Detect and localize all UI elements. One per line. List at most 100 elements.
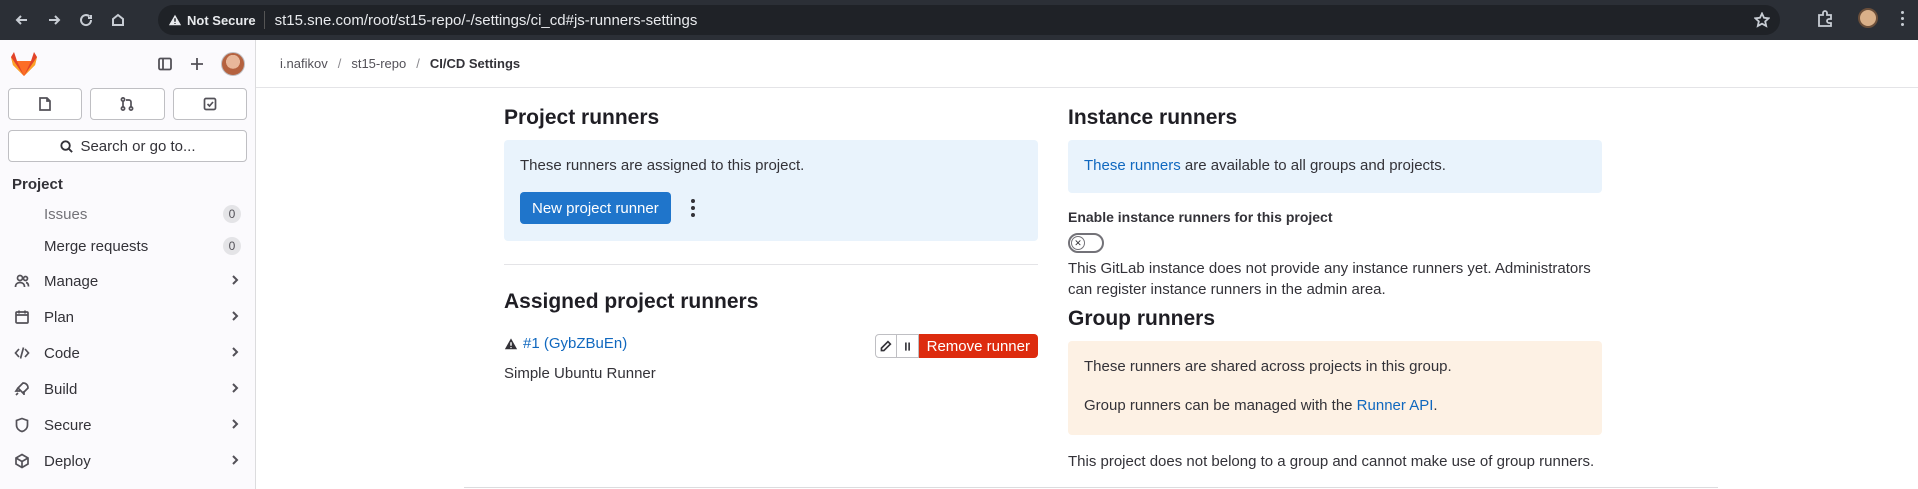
sidebar-item-merge-requests[interactable]: Merge requests 0 bbox=[0, 229, 255, 263]
sidebar-item-issues[interactable]: Issues 0 bbox=[0, 199, 255, 229]
assigned-issues-button[interactable] bbox=[8, 88, 83, 120]
sidebar-section-title: Project bbox=[12, 176, 63, 193]
sidebar-item-secure[interactable]: Secure bbox=[0, 407, 255, 443]
instance-runners-section: Instance runners These runners are avail… bbox=[1068, 88, 1602, 470]
breadcrumb: i.nafikov / st15-repo / CI/CD Settings bbox=[256, 40, 1918, 88]
chevron-right-icon bbox=[232, 310, 239, 321]
pencil-icon bbox=[880, 339, 892, 351]
instance-runners-toggle-label: Enable instance runners for this project bbox=[1068, 209, 1333, 225]
users-icon bbox=[14, 274, 30, 288]
merge-requests-button[interactable] bbox=[90, 88, 165, 120]
sidebar: Search or go to... Project Issues 0 Merg… bbox=[0, 40, 256, 489]
browser-toolbar: Not Secure st15.sne.com/root/st15-repo/-… bbox=[0, 0, 1918, 40]
sidebar-toggle-icon[interactable] bbox=[157, 56, 173, 72]
planning-icon bbox=[15, 310, 29, 324]
breadcrumb-separator: / bbox=[416, 56, 420, 71]
sidebar-item-label: Secure bbox=[44, 416, 92, 434]
home-button[interactable] bbox=[104, 6, 132, 34]
kebab-dot-icon bbox=[690, 199, 695, 203]
instance-runners-info-box: These runners are available to all group… bbox=[1068, 140, 1602, 193]
address-bar[interactable]: Not Secure st15.sne.com/root/st15-repo/-… bbox=[158, 5, 1780, 35]
kebab-dot-icon bbox=[690, 206, 695, 210]
search-label: Search or go to... bbox=[80, 137, 196, 155]
instance-runners-toggle[interactable]: ✕ bbox=[1068, 233, 1104, 253]
count-badge: 0 bbox=[223, 237, 241, 255]
runner-actions: Remove runner bbox=[874, 334, 1038, 358]
todo-list-button[interactable] bbox=[172, 88, 247, 120]
runner-link[interactable]: #1 (GybZBuEn) bbox=[523, 335, 627, 352]
close-icon: ✕ bbox=[1071, 236, 1085, 250]
assigned-runners-title: Assigned project runners bbox=[504, 290, 759, 313]
sidebar-item-label: Manage bbox=[44, 272, 99, 290]
rocket-icon bbox=[14, 382, 29, 396]
chevron-right-icon bbox=[232, 382, 239, 393]
star-icon[interactable] bbox=[1754, 12, 1770, 28]
runner-row: #1 (GybZBuEn) bbox=[504, 335, 627, 352]
user-avatar[interactable] bbox=[221, 52, 245, 76]
sidebar-header bbox=[0, 40, 255, 88]
main-content: Project runners These runners are assign… bbox=[256, 88, 1918, 489]
sidebar-item-label: Build bbox=[44, 380, 78, 398]
breadcrumb-item-user[interactable]: i.nafikov bbox=[280, 56, 328, 71]
group-runners-title: Group runners bbox=[1068, 307, 1216, 330]
code-icon bbox=[14, 347, 30, 359]
group-runners-note: This project does not belong to a group … bbox=[1068, 453, 1595, 470]
group-runners-info-box: These runners are shared across projects… bbox=[1068, 341, 1602, 435]
instance-runners-link[interactable]: These runners bbox=[1084, 157, 1181, 174]
project-runners-info-box: These runners are assigned to this proje… bbox=[504, 140, 1038, 241]
menu-dot-icon bbox=[1901, 17, 1904, 20]
plus-icon[interactable] bbox=[189, 56, 205, 72]
search-button[interactable]: Search or go to... bbox=[8, 130, 247, 162]
menu-dot-icon bbox=[1901, 23, 1904, 26]
instance-runners-note: This GitLab instance does not provide an… bbox=[1068, 260, 1591, 298]
reload-icon bbox=[80, 14, 93, 27]
warning-icon bbox=[504, 337, 518, 349]
sidebar-item-code[interactable]: Code bbox=[0, 335, 255, 371]
chevron-right-icon bbox=[232, 346, 239, 357]
breadcrumb-item-project[interactable]: st15-repo bbox=[351, 56, 406, 71]
sidebar-item-deploy[interactable]: Deploy bbox=[0, 443, 255, 479]
section-divider bbox=[504, 264, 1038, 265]
home-icon bbox=[112, 13, 124, 26]
sidebar-item-label: Plan bbox=[44, 308, 75, 326]
breadcrumb-item-current[interactable]: CI/CD Settings bbox=[430, 56, 520, 71]
sidebar-item-build[interactable]: Build bbox=[0, 371, 255, 407]
chevron-right-icon bbox=[232, 418, 239, 429]
kebab-dot-icon bbox=[690, 213, 695, 217]
profile-avatar[interactable] bbox=[1858, 8, 1878, 28]
project-runners-title: Project runners bbox=[504, 106, 660, 129]
runner-api-link[interactable]: Runner API bbox=[1357, 397, 1434, 414]
sidebar-item-manage[interactable]: Manage bbox=[0, 263, 255, 299]
reload-button[interactable] bbox=[72, 6, 100, 34]
chevron-right-icon bbox=[232, 454, 239, 465]
runner-description: Simple Ubuntu Runner bbox=[504, 365, 656, 382]
sidebar-item-plan[interactable]: Plan bbox=[0, 299, 255, 335]
security-indicator[interactable]: Not Secure bbox=[168, 11, 265, 29]
project-runners-description: These runners are assigned to this proje… bbox=[520, 157, 805, 174]
group-runners-line2-suffix: . bbox=[1433, 397, 1438, 414]
edit-runner-button[interactable] bbox=[874, 334, 897, 358]
forward-button[interactable] bbox=[40, 6, 68, 34]
instance-runners-description: are available to all groups and projects… bbox=[1180, 157, 1446, 174]
project-runners-section: Project runners These runners are assign… bbox=[504, 88, 1038, 241]
security-label: Not Secure bbox=[187, 12, 256, 28]
warning-icon bbox=[168, 14, 182, 26]
arrow-right-icon bbox=[49, 15, 61, 25]
group-runners-line1: These runners are shared across projects… bbox=[1084, 358, 1452, 375]
arrow-left-icon bbox=[15, 15, 27, 25]
back-button[interactable] bbox=[8, 6, 36, 34]
extensions-icon[interactable] bbox=[1816, 9, 1834, 27]
browser-menu-button[interactable] bbox=[1901, 11, 1904, 26]
new-project-runner-button[interactable]: New project runner bbox=[520, 192, 671, 224]
section-bottom-border bbox=[464, 487, 1718, 488]
sidebar-item-label: Merge requests bbox=[44, 237, 149, 255]
todo-icon bbox=[203, 97, 217, 111]
search-icon bbox=[60, 139, 74, 153]
sidebar-item-label: Issues bbox=[44, 205, 88, 223]
pause-runner-button[interactable] bbox=[896, 334, 919, 358]
deployments-icon bbox=[15, 453, 29, 469]
gitlab-logo-icon[interactable] bbox=[10, 51, 38, 77]
more-actions-button[interactable] bbox=[690, 199, 695, 217]
instance-runners-title: Instance runners bbox=[1068, 106, 1238, 129]
remove-runner-button[interactable]: Remove runner bbox=[918, 334, 1038, 358]
